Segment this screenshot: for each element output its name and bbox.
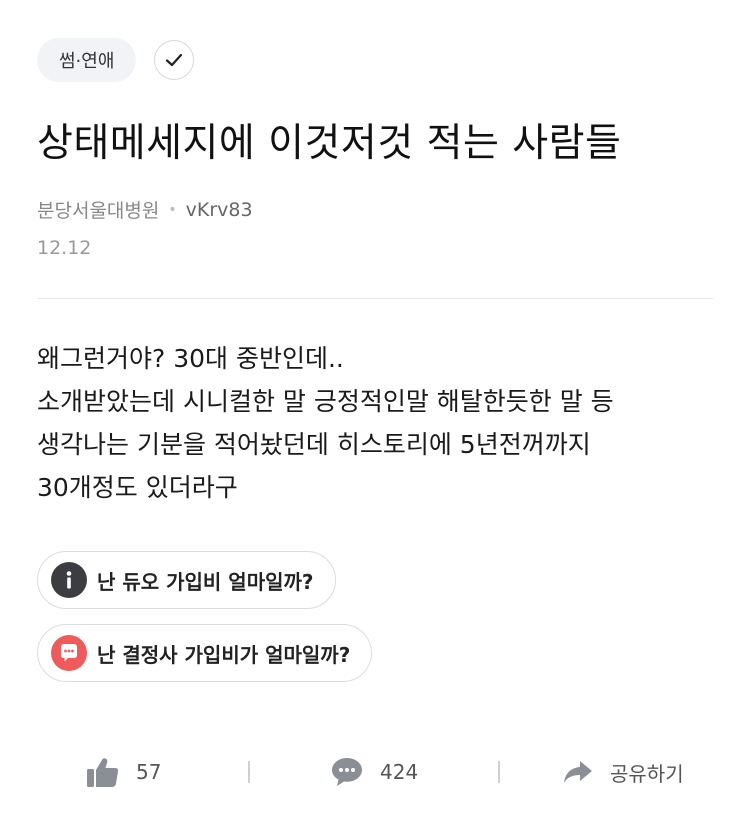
- body-line: 생각나는 기분을 적어놨던데 히스토리에 5년전꺼까지: [37, 430, 591, 459]
- share-label: 공유하기: [610, 761, 684, 786]
- body-line: 소개받았는데 시니컬한 말 긍정적인말 해탈한듯한 말 등: [37, 387, 614, 416]
- info-icon: [51, 562, 87, 598]
- post-body: 왜그런거야? 30대 중반인데.. 소개받았는데 시니컬한 말 긍정적인말 해탈…: [37, 337, 717, 509]
- related-post-matchmaker[interactable]: 난 결정사 가입비가 얼마일까?: [37, 624, 373, 682]
- checkmark-icon: [165, 53, 183, 67]
- divider: [37, 298, 713, 299]
- meta-separator-dot: •: [168, 201, 177, 218]
- check-button[interactable]: [154, 40, 194, 80]
- category-label: 썸·연애: [59, 51, 115, 72]
- board-name[interactable]: 분당서울대병원: [37, 196, 159, 223]
- comment-count: 424: [380, 760, 419, 784]
- post-title: 상태메세지에 이것저것 적는 사람들: [37, 121, 622, 166]
- like-count: 57: [136, 760, 162, 784]
- like-button[interactable]: 57: [86, 742, 161, 802]
- share-arrow-icon: [564, 761, 592, 783]
- action-separator: [248, 761, 250, 783]
- share-button[interactable]: 공유하기: [562, 742, 684, 802]
- related-post-label: 난 듀오 가입비 얼마일까?: [97, 569, 314, 594]
- post-meta: 분당서울대병원 • vKrv83: [37, 196, 253, 223]
- thumbs-up-icon: [87, 758, 119, 787]
- body-line: 30개정도 있더라구: [37, 473, 238, 502]
- body-line: 왜그런거야? 30대 중반인데..: [37, 344, 344, 373]
- chat-bubble-icon: [51, 635, 87, 671]
- action-bar: 57 424 공유하기: [0, 742, 750, 802]
- speech-bubble-icon: [332, 758, 362, 786]
- post-date: 12.12: [37, 237, 92, 259]
- comment-button[interactable]: 424: [330, 742, 418, 802]
- author-name[interactable]: vKrv83: [186, 199, 253, 221]
- related-post-duo[interactable]: 난 듀오 가입비 얼마일까?: [37, 551, 336, 609]
- action-separator: [498, 761, 500, 783]
- category-chip[interactable]: 썸·연애: [37, 38, 137, 82]
- related-post-label: 난 결정사 가입비가 얼마일까?: [97, 642, 351, 667]
